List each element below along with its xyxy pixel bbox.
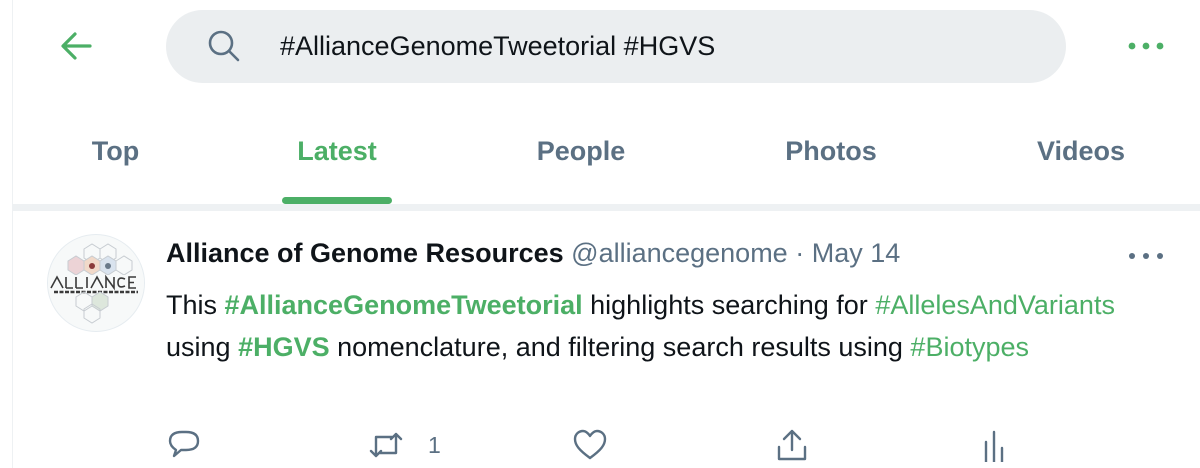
retweet-button[interactable]: 1 — [368, 428, 448, 462]
tab-top[interactable]: Top — [13, 110, 218, 204]
section-divider — [13, 204, 1200, 211]
search-bar[interactable] — [166, 10, 1066, 83]
tweet-text: This #AllianceGenomeTweetorial highlight… — [166, 284, 1156, 368]
hashtag-link[interactable]: #Biotypes — [910, 332, 1029, 362]
tab-videos[interactable]: Videos — [973, 110, 1189, 204]
author-name[interactable]: Alliance of Genome Resources — [166, 238, 564, 268]
analytics-button[interactable] — [976, 428, 1012, 462]
author-handle[interactable]: @alliancegenome — [571, 238, 788, 268]
reply-button[interactable] — [166, 428, 202, 462]
share-button[interactable] — [774, 428, 810, 462]
tab-photos[interactable]: Photos — [723, 110, 939, 204]
tab-label: Videos — [1036, 136, 1126, 166]
tweet-text-segment: This — [166, 290, 225, 320]
tweet-text-segment: nomenclature, and filtering search resul… — [329, 332, 911, 362]
tweet-text-segment: highlights searching for — [582, 290, 876, 320]
tab-people[interactable]: People — [473, 110, 689, 204]
retweet-icon — [369, 432, 403, 458]
more-horizontal-icon — [1129, 253, 1163, 259]
back-button[interactable] — [56, 26, 96, 66]
analytics-icon — [984, 430, 1004, 462]
tab-label: People — [536, 136, 626, 166]
search-input[interactable] — [280, 26, 1040, 66]
search-icon — [208, 30, 240, 62]
search-tabs: Top Latest People Photos Videos — [13, 110, 1200, 204]
separator-dot: · — [795, 238, 805, 268]
tab-label: Photos — [785, 136, 877, 166]
share-icon — [777, 429, 807, 461]
retweet-count: 1 — [428, 432, 441, 458]
hashtag-link[interactable]: #AllelesAndVariants — [875, 290, 1115, 320]
active-tab-indicator — [282, 197, 392, 204]
alliance-logo-icon — [48, 243, 144, 324]
hashtag-link[interactable]: #AllianceGenomeTweetorial — [225, 290, 583, 320]
tab-label: Top — [91, 136, 140, 166]
more-horizontal-icon — [1128, 42, 1164, 50]
reply-icon — [168, 430, 200, 458]
more-options-button[interactable] — [1124, 36, 1168, 56]
tab-latest[interactable]: Latest — [228, 110, 446, 204]
tab-label: Latest — [297, 136, 377, 166]
arrow-left-icon — [61, 32, 92, 60]
tweet-date[interactable]: May 14 — [812, 238, 901, 268]
tweet-more-button[interactable] — [1124, 246, 1168, 266]
like-button[interactable] — [572, 428, 608, 462]
avatar[interactable] — [47, 234, 145, 332]
heart-icon — [573, 429, 607, 460]
tweet-text-segment: using — [166, 332, 239, 362]
hashtag-link[interactable]: #HGVS — [238, 332, 330, 362]
tweet-author-line: Alliance of Genome Resources @alliancege… — [166, 238, 900, 269]
